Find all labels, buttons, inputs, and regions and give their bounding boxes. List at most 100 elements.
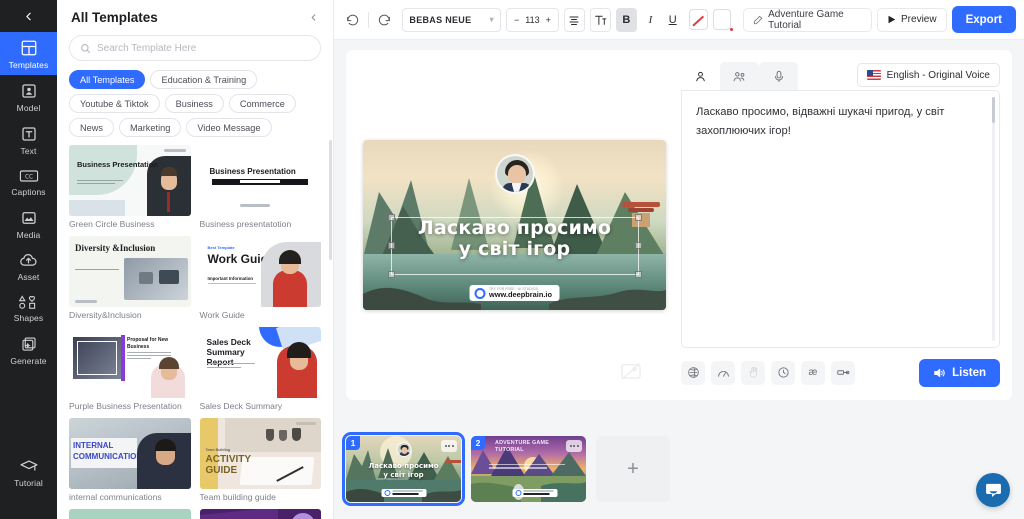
template-card[interactable]: Proposal for New Business Purple Busines… [69, 327, 191, 412]
sidebar-item-model[interactable]: Model [0, 75, 57, 118]
chip-education-training[interactable]: Education & Training [150, 70, 258, 89]
shapes-icon [18, 294, 40, 310]
fill-color-swatch[interactable] [689, 9, 708, 30]
template-card[interactable]: Business Presentation Green Circle Busin… [69, 145, 191, 230]
avatar[interactable] [494, 154, 535, 194]
template-card[interactable]: INTERNAL COMMUNICATIONS internal communi… [69, 418, 191, 503]
text-style-icon[interactable] [589, 7, 611, 32]
speed-gauge-icon[interactable] [711, 360, 735, 385]
redo-icon[interactable] [376, 10, 393, 30]
chip-youtube-tiktok[interactable]: Youtube & Tiktok [69, 94, 160, 113]
template-name: Diversity&Inclusion [69, 310, 142, 320]
font-size-stepper[interactable]: − 113 + [505, 7, 559, 32]
template-card[interactable]: Diversity &Inclusion Diversity&Inclusion [69, 236, 191, 321]
template-card[interactable]: Sales Deck Summary Report Sales Deck Sum… [199, 327, 321, 412]
thumb-heading: ACTIVITY GUIDE [205, 454, 251, 476]
stage: Ласкаво просимо у світ ігор TRY FOR FREE… [334, 40, 1024, 419]
pause-clock-icon[interactable] [771, 360, 795, 385]
align-center-icon[interactable] [563, 7, 585, 32]
template-card[interactable]: Business Presentation Business presentat… [199, 145, 321, 230]
font-size-increase[interactable]: + [546, 15, 551, 25]
gesture-hand-icon[interactable] [741, 360, 765, 385]
swatch-indicator-dot [730, 28, 734, 31]
script-text[interactable]: Ласкаво просимо, відважні шукачі пригод,… [696, 103, 985, 141]
templates-scrollbar[interactable] [329, 140, 332, 260]
chip-all-templates[interactable]: All Templates [69, 70, 146, 89]
slide-number-badge: 2 [471, 436, 485, 450]
sidebar-item-asset[interactable]: Asset [0, 245, 57, 287]
export-button[interactable]: Export [951, 6, 1017, 33]
slide-options-button[interactable] [441, 440, 457, 452]
slide-options-button[interactable] [566, 440, 582, 452]
underline-button[interactable]: U [664, 9, 681, 31]
resize-handle-tl[interactable] [388, 214, 395, 221]
stroke-color-swatch[interactable] [712, 9, 734, 31]
template-card[interactable]: Team Building ACTIVITY GUIDE Team buildi… [199, 418, 321, 503]
tab-single-speaker[interactable] [681, 62, 720, 90]
slide-thumbnail-2[interactable]: 2 ADVENTURE GAME TUTORIAL [471, 436, 586, 502]
chip-news[interactable]: News [69, 118, 114, 137]
chip-video-message[interactable]: Video Message [186, 118, 272, 137]
preview-button[interactable]: Preview [877, 7, 947, 32]
undo-icon[interactable] [344, 10, 361, 30]
editor-area: BEBAS NEUE ▾ − 113 + B I U Adventure Gam… [334, 0, 1024, 519]
pronunciation-ae-icon[interactable]: æ [801, 360, 825, 385]
chip-business[interactable]: Business [164, 94, 224, 113]
slide-title-text[interactable]: Ласкаво просимо у світ ігор [418, 218, 611, 260]
template-name: Purple Business Presentation [69, 401, 182, 411]
add-slide-button[interactable]: + [596, 436, 670, 502]
template-card[interactable] [69, 509, 191, 519]
rail-back-button[interactable] [0, 0, 57, 32]
italic-button[interactable]: I [642, 9, 659, 31]
toolbar-divider [368, 11, 370, 28]
sidebar-label-generate: Generate [10, 356, 47, 366]
bold-button[interactable]: B [615, 7, 637, 32]
resize-handle-l[interactable] [388, 242, 395, 249]
chat-bubble-icon[interactable] [976, 473, 1010, 507]
sidebar-item-generate[interactable]: Generate [0, 328, 57, 371]
search-box[interactable] [69, 35, 321, 61]
tab-voice-recording[interactable] [759, 62, 798, 90]
project-title-field[interactable]: Adventure Game Tutorial [743, 7, 873, 32]
image-off-icon[interactable] [620, 362, 642, 380]
ai-voice-icon[interactable] [681, 360, 705, 385]
language-select[interactable]: English - Original Voice [856, 63, 1000, 87]
watermark-url: www.deepbrain.io [489, 290, 552, 299]
chip-commerce[interactable]: Commerce [228, 94, 296, 113]
template-thumbnail: Best Template Work Guide Important Infor… [199, 236, 321, 307]
template-card[interactable]: Best Template Work Guide Important Infor… [199, 236, 321, 321]
slide2-watermark [512, 489, 558, 497]
font-family-select[interactable]: BEBAS NEUE ▾ [402, 7, 501, 32]
resize-handle-br[interactable] [635, 271, 642, 278]
slide-canvas[interactable]: Ласкаво просимо у світ ігор TRY FOR FREE… [363, 140, 666, 310]
project-title-text: Adventure Game Tutorial [768, 8, 844, 31]
slide-thumbnail-1[interactable]: 1 Ласкаво просимо у світ ігор [342, 432, 465, 506]
audio-trim-icon[interactable] [831, 360, 855, 385]
sidebar-item-captions[interactable]: CC Captions [0, 161, 57, 202]
generate-icon [20, 335, 38, 353]
chip-marketing[interactable]: Marketing [118, 118, 182, 137]
sidebar-item-templates[interactable]: Templates [0, 32, 57, 75]
sidebar-item-text[interactable]: Text [0, 118, 57, 161]
canvas-wrapper: Ласкаво просимо у світ ігор TRY FOR FREE… [358, 62, 671, 388]
speaker-icon [933, 367, 946, 379]
sidebar-item-media[interactable]: Media [0, 202, 57, 245]
listen-button[interactable]: Listen [919, 358, 1000, 387]
script-editor[interactable]: Ласкаво просимо, відважні шукачі пригод,… [681, 90, 1000, 348]
panel-collapse-button[interactable] [308, 12, 319, 23]
sidebar-item-shapes[interactable]: Shapes [0, 287, 57, 328]
script-scrollbar[interactable] [992, 97, 995, 341]
upload-cloud-icon [19, 252, 38, 269]
template-card[interactable] [199, 509, 321, 519]
resize-handle-r[interactable] [635, 242, 642, 249]
tab-multi-speaker[interactable] [720, 62, 759, 90]
search-input[interactable] [97, 42, 310, 54]
resize-handle-tr[interactable] [635, 214, 642, 221]
font-size-decrease[interactable]: − [514, 15, 519, 25]
resize-handle-bl[interactable] [388, 271, 395, 278]
sidebar-label-tutorial: Tutorial [14, 478, 43, 488]
slide2-body-lines [489, 464, 565, 469]
sidebar-item-tutorial[interactable]: Tutorial [0, 451, 57, 493]
template-thumbnail: Business Presentation [199, 145, 321, 216]
slide1-title-line1: Ласкаво просимо [368, 462, 439, 470]
